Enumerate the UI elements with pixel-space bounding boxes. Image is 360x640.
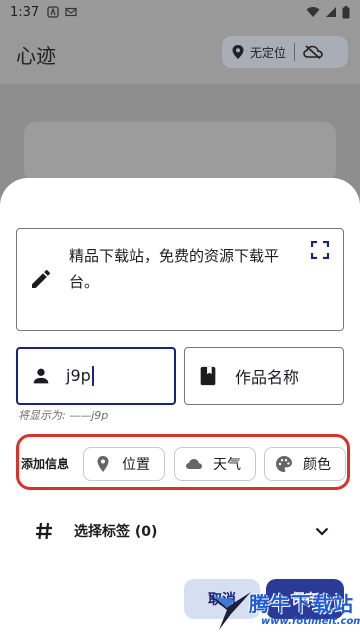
email-icon: [65, 7, 77, 17]
work-title-placeholder: 作品名称: [235, 368, 300, 387]
app-title: 心迹: [16, 44, 56, 68]
display-hint: 将显示为: ——j9p: [18, 409, 109, 422]
weather-chip-button[interactable]: 天气: [174, 447, 256, 481]
notification-icon: [47, 6, 59, 18]
location-chip[interactable]: 无定位: [222, 36, 348, 68]
watermark-logo-icon: [207, 592, 251, 630]
chip-divider: [294, 43, 296, 61]
content-text: 精品下载站，免费的资源下载平台。: [69, 247, 280, 291]
fullscreen-icon[interactable]: [311, 241, 329, 259]
location-pin-icon: [232, 45, 244, 59]
status-time: 1:37: [10, 4, 40, 20]
author-field[interactable]: j9p: [16, 347, 176, 405]
add-info-row: 添加信息 位置 天气 颜色: [16, 434, 350, 490]
watermark: 腾牛下载站 www.fotimeit.com: [205, 586, 360, 638]
chevron-down-icon[interactable]: [314, 523, 330, 539]
signal-icon: [326, 7, 336, 17]
add-info-label: 添加信息: [21, 457, 70, 471]
watermark-url: www.fotimeit.com: [261, 616, 360, 627]
background-card: [24, 122, 336, 182]
battery-icon: [342, 5, 350, 18]
color-chip-text: 颜色: [303, 457, 331, 473]
location-pin-icon: [97, 456, 109, 472]
watermark-title: 腾牛下载站: [249, 592, 354, 616]
pencil-icon: [32, 269, 51, 288]
location-chip-text: 位置: [122, 457, 150, 473]
work-title-field[interactable]: 作品名称: [184, 347, 344, 405]
palette-icon: [276, 456, 292, 472]
content-editor[interactable]: 精品下载站，免费的资源下载平台。: [16, 228, 344, 331]
cloud-icon: [186, 459, 202, 469]
cloud-off-icon[interactable]: [303, 45, 323, 59]
tag-selector-label: 选择标签 (0): [74, 524, 158, 540]
wifi-icon: [306, 7, 320, 17]
text-caret: [91, 366, 94, 387]
hash-icon: [36, 522, 52, 540]
book-icon: [200, 366, 216, 386]
author-input-value: j9p: [66, 365, 91, 385]
color-chip-button[interactable]: 颜色: [264, 447, 346, 481]
location-chip-button[interactable]: 位置: [83, 447, 165, 481]
edit-bottom-sheet: 精品下载站，免费的资源下载平台。 j9p 作品名称 将显示为: ——j9p 添加…: [0, 178, 360, 640]
person-icon: [33, 368, 49, 384]
tag-selector[interactable]: 选择标签 (0): [16, 508, 344, 554]
status-bar: 1:37: [0, 0, 360, 24]
location-chip-label: 无定位: [250, 45, 287, 60]
weather-chip-text: 天气: [213, 457, 241, 473]
